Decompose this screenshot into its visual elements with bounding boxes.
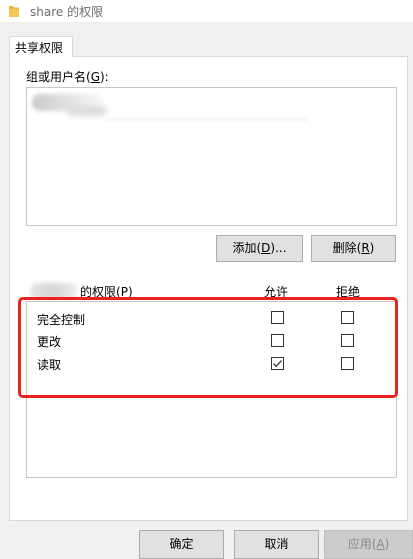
add-button-suffix: )... [270,241,287,255]
apply-button[interactable]: 应用(A) [324,530,413,559]
add-button-key: D [261,241,271,255]
apply-button-prefix: 应用( [347,537,377,551]
window-title: share 的权限 [30,5,104,19]
tab-share-permissions[interactable]: 共享权限 [9,36,73,57]
title-bar: share 的权限 [0,0,413,22]
group-user-list[interactable] [26,87,397,226]
apply-button-suffix: ) [384,537,390,551]
group-user-label-prefix: 组或用户名( [26,70,91,84]
group-user-label-key: G [90,70,100,84]
cancel-button[interactable]: 取消 [234,530,319,559]
group-user-label: 组或用户名(G): [26,68,109,85]
ok-button[interactable]: 确定 [139,530,224,559]
group-user-label-suffix: ): [100,70,109,84]
remove-button-key: R [361,241,370,255]
add-button-prefix: 添加( [232,241,262,255]
apply-button-key: A [376,537,385,551]
folder-icon [9,4,19,17]
highlight-annotation [18,297,398,398]
remove-button-suffix: ) [369,241,375,255]
redacted-user-entry-trail [107,118,307,121]
add-button[interactable]: 添加(D)... [216,235,303,262]
redacted-user-entry-shadow [67,106,107,116]
remove-button[interactable]: 删除(R) [311,235,396,262]
remove-button-prefix: 删除( [332,241,362,255]
